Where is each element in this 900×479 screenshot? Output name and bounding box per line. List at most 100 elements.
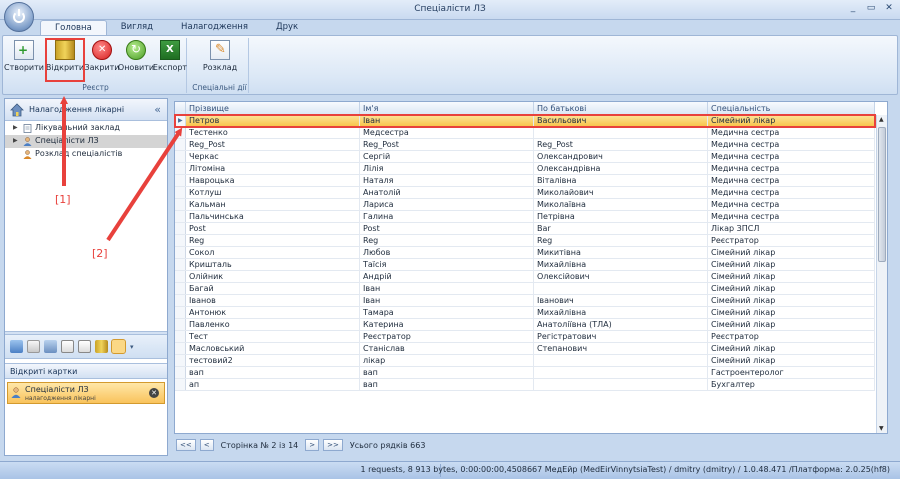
- tab-view[interactable]: Вигляд: [107, 20, 167, 36]
- table-row[interactable]: Reg Reg Reg Реєстратор: [175, 235, 875, 247]
- table-cell: вап: [360, 367, 534, 378]
- column-header-specialty[interactable]: Спеціальність: [708, 102, 875, 114]
- table-cell: [534, 127, 708, 138]
- table-row[interactable]: Багай Іван Сімейний лікар: [175, 283, 875, 295]
- house-tool-icon[interactable]: [111, 339, 126, 354]
- open-card-item[interactable]: Спеціалісти ЛЗ налагодження лікарні ✕: [7, 382, 165, 404]
- table-row[interactable]: Павленко Катерина Анатоліївна (ТЛА) Сімейни…: [175, 319, 875, 331]
- table-cell: Bar: [534, 223, 708, 234]
- tree-item-specialist-schedule[interactable]: Розклад спеціалістів: [5, 148, 167, 161]
- status-text: 1 requests, 8 913 bytes, 0:00:00:00,4508…: [360, 465, 890, 474]
- table-row[interactable]: Тестенко Медсестра Медична сестра: [175, 127, 875, 139]
- refresh-button[interactable]: Оновити: [118, 40, 154, 80]
- table-row[interactable]: Кальман Лариса Миколаївна Медична сестра: [175, 199, 875, 211]
- table-row[interactable]: ап вап Бухгалтер: [175, 379, 875, 391]
- row-indicator: [175, 307, 186, 318]
- tool-icon-3[interactable]: [44, 340, 57, 353]
- notes-icon[interactable]: [78, 340, 91, 353]
- doctor-icon: [11, 387, 21, 398]
- column-header-surname[interactable]: Прізвище: [186, 102, 360, 114]
- tab-print[interactable]: Друк: [262, 20, 312, 36]
- table-cell: Павленко: [186, 319, 360, 330]
- row-indicator: [175, 187, 186, 198]
- table-row[interactable]: Літоміна Лілія Олександрівна Медична сестра: [175, 163, 875, 175]
- tab-settings[interactable]: Налагодження: [167, 20, 262, 36]
- table-row[interactable]: Тест Реєстратор Регістратович Реєстратор: [175, 331, 875, 343]
- table-row[interactable]: Антонюк Тамара Михайлівна Сімейний лікар: [175, 307, 875, 319]
- more-tools-icon[interactable]: ▾: [130, 343, 134, 351]
- tool-icon-1[interactable]: [10, 340, 23, 353]
- row-indicator: [175, 319, 186, 330]
- tool-icon-2[interactable]: [27, 340, 40, 353]
- table-cell: Post: [360, 223, 534, 234]
- table-cell: Сімейний лікар: [708, 247, 875, 258]
- scroll-thumb[interactable]: [878, 127, 886, 262]
- table-cell: вап: [186, 367, 360, 378]
- open-card-subtitle: налагодження лікарні: [25, 395, 96, 402]
- column-header-name[interactable]: Ім'я: [360, 102, 534, 114]
- status-bar: 1 requests, 8 913 bytes, 0:00:00:00,4508…: [0, 461, 900, 479]
- close-icon: [92, 40, 112, 60]
- collapse-panel-button[interactable]: «: [154, 103, 161, 116]
- last-page-button[interactable]: >>: [323, 439, 343, 451]
- table-row[interactable]: Іванов Іван Іванович Сімейний лікар: [175, 295, 875, 307]
- table-row[interactable]: Пальчинська Галина Петрівна Медична сестра: [175, 211, 875, 223]
- next-page-button[interactable]: >: [305, 439, 320, 451]
- table-cell: Reg_Post: [534, 139, 708, 150]
- table-row[interactable]: Post Post Bar Лікар ЗПСЛ: [175, 223, 875, 235]
- table-row[interactable]: Кришталь Таїсія Михайлівна Сімейний лікар: [175, 259, 875, 271]
- expand-arrow-icon[interactable]: ▶: [13, 137, 18, 144]
- ribbon-tabs: Головна Вигляд Налагодження Друк: [40, 20, 312, 36]
- open-button[interactable]: Відкрити: [45, 38, 85, 82]
- tree-item-specialists[interactable]: ▶ Спеціалісти ЛЗ: [5, 135, 167, 148]
- row-indicator: [175, 175, 186, 186]
- calendar-icon[interactable]: [61, 340, 74, 353]
- pager: << < Сторінка № 2 із 14 > >> Усього рядк…: [176, 438, 428, 452]
- create-icon: [14, 40, 34, 60]
- column-header-patronymic[interactable]: По батькові: [534, 102, 708, 114]
- tree-item-medical-facility[interactable]: ▶ Лікувальний заклад: [5, 122, 167, 135]
- close-button[interactable]: Закрити: [85, 40, 120, 80]
- tab-home[interactable]: Головна: [40, 20, 107, 36]
- row-indicator: [175, 151, 186, 162]
- table-cell: Бухгалтер: [708, 379, 875, 390]
- table-row[interactable]: Навроцька Наталя Віталівна Медична сестра: [175, 175, 875, 187]
- table-cell: Сімейний лікар: [708, 283, 875, 294]
- table-row[interactable]: тестовий2 лікар Сімейний лікар: [175, 355, 875, 367]
- row-indicator: [175, 199, 186, 210]
- application-menu-orb[interactable]: [4, 2, 34, 32]
- close-card-icon[interactable]: ✕: [149, 388, 159, 398]
- row-indicator: [175, 223, 186, 234]
- export-button[interactable]: Експорт: [153, 40, 187, 80]
- prev-page-button[interactable]: <: [199, 439, 214, 451]
- expand-arrow-icon[interactable]: ▶: [13, 124, 18, 131]
- table-cell: Сімейний лікар: [708, 355, 875, 366]
- schedule-button[interactable]: Розклад: [197, 40, 243, 80]
- table-row[interactable]: вап вап Гастроентеролог: [175, 367, 875, 379]
- restore-button[interactable]: ▭: [866, 3, 876, 13]
- table-row[interactable]: Котлуш Анатолій Миколайович Медична сестра: [175, 187, 875, 199]
- table-cell: тестовий2: [186, 355, 360, 366]
- vertical-scrollbar[interactable]: ▲ ▼: [876, 115, 887, 433]
- table-row-selected[interactable]: ▶ Петров Іван Васильович Сімейний лікар: [174, 114, 876, 128]
- scroll-up-icon[interactable]: ▲: [879, 116, 884, 123]
- ribbon-group-special-actions: Розклад Спеціальні дії: [191, 38, 249, 93]
- table-cell: Медична сестра: [708, 211, 875, 222]
- close-window-button[interactable]: ✕: [884, 3, 894, 13]
- first-page-button[interactable]: <<: [176, 439, 196, 451]
- table-cell: Медична сестра: [708, 163, 875, 174]
- scroll-down-icon[interactable]: ▼: [879, 425, 884, 432]
- row-indicator: [175, 163, 186, 174]
- book-icon[interactable]: [95, 340, 108, 353]
- minimize-button[interactable]: _: [848, 3, 858, 13]
- table-cell: [534, 367, 708, 378]
- table-row[interactable]: Reg_Post Reg_Post Reg_Post Медична сестра: [175, 139, 875, 151]
- table-row[interactable]: Олійник Андрій Олексійович Сімейний лікар: [175, 271, 875, 283]
- table-cell: ап: [186, 379, 360, 390]
- table-row[interactable]: Сокол Любов Микитівна Сімейний лікар: [175, 247, 875, 259]
- table-row[interactable]: Черкас Сергій Олександрович Медична сестра: [175, 151, 875, 163]
- table-cell: Наталя: [360, 175, 534, 186]
- table-cell: Сімейний лікар: [708, 295, 875, 306]
- create-button[interactable]: Створити: [4, 40, 44, 80]
- table-row[interactable]: Масловський Станіслав Степанович Сімейний л…: [175, 343, 875, 355]
